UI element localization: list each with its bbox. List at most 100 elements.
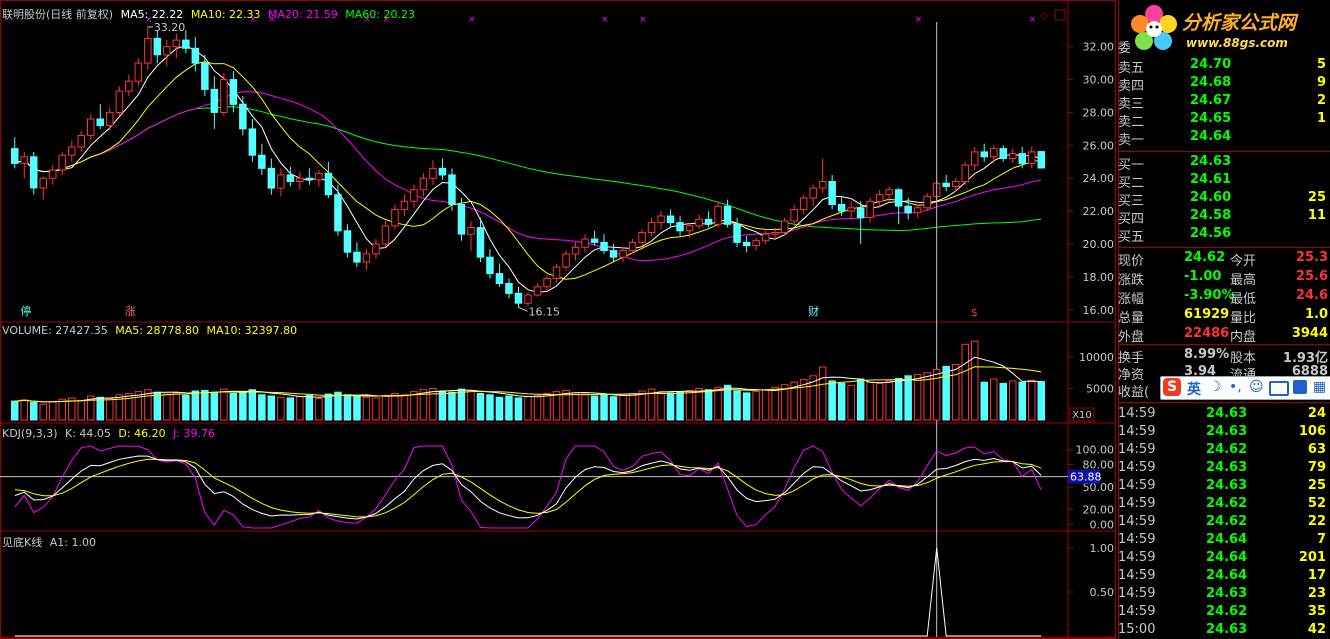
tick-price: 24.64	[1206, 550, 1248, 565]
finance-marker: 财	[808, 304, 819, 318]
volume-unit-label: X10	[1072, 410, 1092, 421]
stat-row[interactable]: 总量 61929 量比 1.0	[1118, 306, 1330, 326]
candle-body	[87, 118, 95, 136]
bid-row[interactable]: 买二 24.61	[1118, 171, 1330, 191]
volume-bar	[980, 381, 988, 421]
stat-label-2: 内盘	[1230, 330, 1257, 345]
candle-body	[590, 238, 599, 243]
tick-row[interactable]: 14:59 24.62 52	[1118, 495, 1330, 513]
ask-row[interactable]: 卖五 24.70 5	[1118, 56, 1330, 76]
ask-price: 24.67	[1190, 93, 1232, 108]
low-pointer	[518, 306, 528, 312]
stat-value-2: 25.6	[1295, 269, 1328, 284]
tick-row[interactable]: 14:59 24.64 201	[1118, 549, 1330, 567]
volume-bar	[191, 390, 200, 421]
volume-bar	[581, 393, 589, 421]
volume-bar	[267, 395, 276, 421]
volume-bar	[999, 382, 1007, 421]
tick-row[interactable]: 14:59 24.63 24	[1118, 405, 1330, 423]
candle-body	[11, 148, 19, 164]
candle-body	[438, 167, 447, 176]
candle-body	[1018, 153, 1026, 165]
bid-label: 买五	[1118, 230, 1145, 245]
tick-time: 14:59	[1118, 586, 1156, 601]
tick-row[interactable]: 14:59 24.63 25	[1118, 477, 1330, 495]
skin-icon[interactable]	[1293, 380, 1307, 394]
ime-toolbar[interactable]: S 英 ☽ •, ☺ ▦	[1160, 376, 1330, 400]
smile-icon[interactable]: ☺	[1249, 379, 1264, 395]
candle-body	[391, 209, 399, 227]
stat-row[interactable]: 外盘 22486 内盘 3944	[1118, 325, 1330, 345]
volume-bar	[552, 391, 561, 421]
candle-body	[182, 39, 190, 49]
bid-row[interactable]: 买三 24.60 25	[1118, 189, 1330, 209]
ask-volume: 5	[1316, 57, 1326, 72]
volume-bar	[971, 340, 979, 421]
tick-row[interactable]: 14:59 24.63 79	[1118, 459, 1330, 477]
candle-body	[343, 230, 352, 253]
kdj-d: D: 46.20	[118, 427, 166, 440]
tick-row[interactable]: 14:59 24.62 35	[1118, 603, 1330, 621]
tick-row[interactable]: 14:59 24.63 23	[1118, 585, 1330, 603]
volume-bar	[818, 366, 827, 421]
info-row[interactable]: 换手 8.99% 股本 1.93亿	[1118, 346, 1330, 366]
candle-body	[153, 37, 162, 56]
candle-body	[353, 251, 361, 263]
ime-mode-label[interactable]: 英	[1187, 379, 1201, 399]
tick-row[interactable]: 15:00 24.63 42	[1118, 621, 1330, 639]
volume-bar	[619, 394, 627, 421]
volume-bar	[49, 401, 57, 421]
ask-row[interactable]: 卖三 24.67 2	[1118, 92, 1330, 112]
toolbox-icon[interactable]: ▦	[1313, 379, 1326, 395]
volume-bar	[58, 398, 66, 421]
bid-row[interactable]: 买四 24.58 11	[1118, 207, 1330, 227]
volume-bar	[438, 390, 447, 421]
stat-row[interactable]: 现价 24.62 今开 25.3	[1118, 249, 1330, 269]
volume-bar	[904, 375, 912, 421]
dividend-marker: $	[971, 306, 978, 319]
volume-bar	[448, 391, 456, 421]
volume-bar	[486, 394, 494, 421]
ask-row[interactable]: 卖四 24.68 9	[1118, 74, 1330, 94]
volume-bar	[752, 391, 760, 421]
stat-row[interactable]: 涨跌 -1.00 最高 25.6	[1118, 268, 1330, 288]
tick-row[interactable]: 14:59 24.62 22	[1118, 513, 1330, 531]
stock-title: 联明股份(日线 前复权)	[2, 8, 114, 21]
flower-logo-icon	[1131, 5, 1177, 50]
candle-body	[714, 205, 722, 225]
ask-row[interactable]: 卖二 24.65 1	[1118, 110, 1330, 130]
price-axis-label: 32.00	[1083, 41, 1115, 54]
quote-panel: 委卖五 24.70 5 卖四 24.68 9 卖三 24.67 2 卖二 24.65 1 卖一 24.64…	[1118, 0, 1330, 639]
punctuation-icon[interactable]: •,	[1229, 379, 1242, 395]
event-marker: ×	[468, 15, 476, 25]
candle-body	[286, 174, 295, 182]
volume-bar	[296, 396, 304, 421]
sogou-icon[interactable]: S	[1163, 378, 1181, 396]
kdj-axis-label: 20.00	[1083, 503, 1115, 516]
volume-bar	[676, 391, 684, 421]
stat-row[interactable]: 涨幅 -3.90% 最低 24.6	[1118, 287, 1330, 307]
ask-row[interactable]: 卖一 24.64	[1118, 128, 1330, 148]
chart-canvas[interactable]: 32.00 30.00 28.00 26.00 24.00 22.00 20.00 18.00…	[0, 0, 1118, 639]
tick-price: 24.63	[1206, 622, 1248, 637]
tick-row[interactable]: 14:59 24.64 17	[1118, 567, 1330, 585]
tick-row[interactable]: 14:59 24.64 7	[1118, 531, 1330, 549]
candle-body	[666, 215, 675, 224]
candle-body	[125, 80, 133, 92]
price-axis-label: 22.00	[1083, 205, 1115, 218]
info-label: 收益(	[1118, 385, 1150, 400]
candle-body	[1037, 151, 1045, 169]
ask-price: 24.64	[1190, 129, 1232, 144]
site-logo: 分析家公式网 www.88gs.com	[1130, 2, 1330, 54]
tick-time: 14:59	[1118, 442, 1156, 457]
volume-bar	[381, 394, 390, 421]
keyboard-icon[interactable]	[1269, 381, 1289, 396]
moon-icon[interactable]: ☽	[1209, 379, 1222, 395]
tick-row[interactable]: 14:59 24.63 106	[1118, 423, 1330, 441]
tick-row[interactable]: 14:59 24.62 63	[1118, 441, 1330, 459]
bid-row[interactable]: 买五 24.56	[1118, 225, 1330, 245]
candle-body	[742, 241, 751, 247]
volume-bar	[467, 389, 475, 421]
logo-url: www.88gs.com	[1186, 36, 1288, 50]
bid-row[interactable]: 买一 24.63	[1118, 153, 1330, 173]
